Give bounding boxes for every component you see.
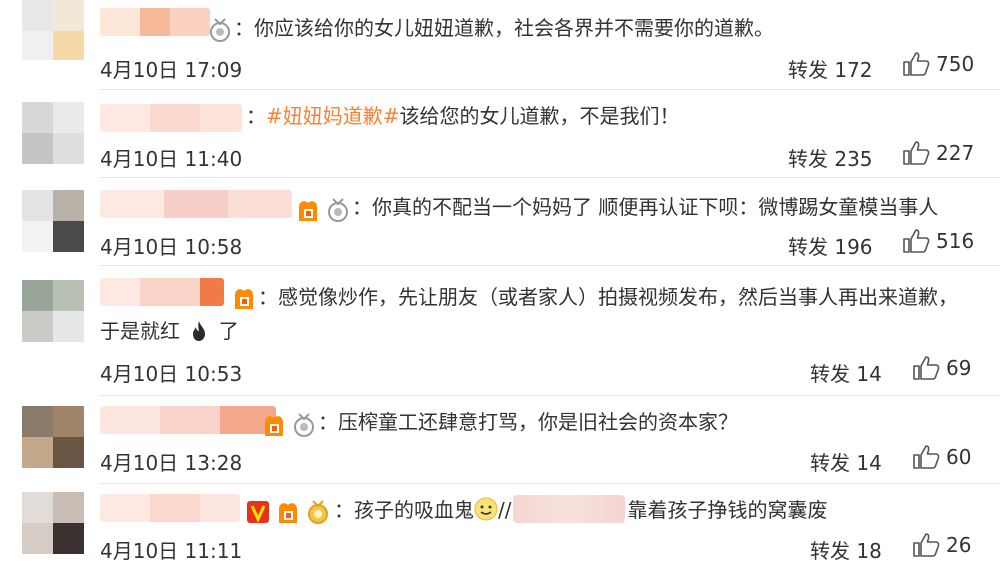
repost-button[interactable]: 转发 14 [810, 358, 882, 387]
repost-button[interactable]: 转发 18 [810, 535, 882, 564]
avatar[interactable] [22, 406, 84, 468]
like-count: 750 [936, 52, 975, 76]
fan-badge-icon [235, 289, 253, 309]
topic-hashtag[interactable]: #妞妞妈道歉# [266, 104, 400, 128]
comment-text: ：你真的不配当一个妈妈了 顺便再认证下呗：微博踢女童模当事人 [352, 195, 939, 219]
thumbs-up-icon[interactable] [902, 51, 930, 77]
comment-text: ：孩子的吸血鬼//靠着孩子挣钱的窝囊废 [334, 495, 827, 525]
thumbs-up-icon[interactable] [902, 228, 930, 254]
thumbs-up-icon[interactable] [912, 532, 940, 558]
like-count: 69 [946, 356, 972, 380]
username-blurred[interactable] [100, 190, 292, 218]
medal-icon [308, 500, 328, 524]
comment-date: 4月10日 17:09 [100, 58, 243, 82]
username-blurred[interactable] [100, 104, 242, 132]
avatar[interactable] [22, 492, 84, 554]
comment-text-line2: 于是就红 了 [100, 319, 239, 343]
mention-blurred[interactable] [513, 495, 626, 523]
thumbs-up-icon[interactable] [912, 444, 940, 470]
like-count: 60 [946, 445, 972, 469]
fan-badge-icon [265, 416, 283, 436]
comment-date: 4月10日 10:58 [100, 235, 243, 259]
repost-button[interactable]: 转发 14 [810, 447, 882, 476]
comment-item: ：感觉像炒作，先让朋友（或者家人）拍摄视频发布，然后当事人再出来道歉， 于是就红… [0, 266, 1000, 396]
smiling-face-icon [474, 497, 498, 521]
like-count: 227 [936, 141, 975, 165]
repost-button[interactable]: 转发 196 [788, 231, 873, 260]
comment-date: 4月10日 13:28 [100, 451, 243, 475]
medal-icon [294, 413, 314, 437]
repost-button[interactable]: 转发 172 [788, 54, 873, 83]
username-blurred[interactable] [100, 494, 240, 522]
medal-icon [328, 198, 348, 222]
comment-item: ：你应该给你的女儿妞妞道歉，社会各界并不需要你的道歉。 4月10日 17:09 … [0, 0, 1000, 90]
comment-item: ：孩子的吸血鬼//靠着孩子挣钱的窝囊废 4月10日 11:11 转发 18 26 [0, 484, 1000, 568]
thumbs-up-icon[interactable] [912, 355, 940, 381]
fire-icon [193, 321, 206, 341]
comment-text: ：压榨童工还肆意打骂，你是旧社会的资本家？ [318, 410, 738, 434]
comment-text: ：你应该给你的女儿妞妞道歉，社会各界并不需要你的道歉。 [234, 16, 774, 40]
comment-date: 4月10日 11:11 [100, 539, 243, 563]
like-count: 26 [946, 533, 972, 557]
username-blurred[interactable] [100, 8, 210, 36]
comment-item: ：你真的不配当一个妈妈了 顺便再认证下呗：微博踢女童模当事人 4月10日 10:… [0, 178, 1000, 266]
comment-text: ：感觉像炒作，先让朋友（或者家人）拍摄视频发布，然后当事人再出来道歉， [258, 285, 958, 309]
repost-button[interactable]: 转发 235 [788, 143, 873, 172]
comment-text: ：#妞妞妈道歉#该给您的女儿道歉，不是我们！ [246, 104, 680, 128]
avatar[interactable] [22, 280, 84, 342]
thumbs-up-icon[interactable] [902, 140, 930, 166]
avatar[interactable] [22, 102, 84, 164]
fan-badge-icon [299, 201, 317, 221]
vip-v-icon [247, 501, 269, 523]
medal-icon [210, 18, 230, 42]
username-blurred[interactable] [100, 278, 224, 306]
like-count: 516 [936, 229, 975, 253]
comment-date: 4月10日 10:53 [100, 362, 243, 386]
fan-badge-icon [279, 503, 297, 523]
comment-date: 4月10日 11:40 [100, 147, 243, 171]
avatar[interactable] [22, 0, 84, 60]
avatar[interactable] [22, 190, 84, 252]
username-blurred[interactable] [100, 406, 276, 434]
comment-item: ：#妞妞妈道歉#该给您的女儿道歉，不是我们！ 4月10日 11:40 转发 23… [0, 90, 1000, 178]
comment-item: ：压榨童工还肆意打骂，你是旧社会的资本家？ 4月10日 13:28 转发 14 … [0, 396, 1000, 484]
